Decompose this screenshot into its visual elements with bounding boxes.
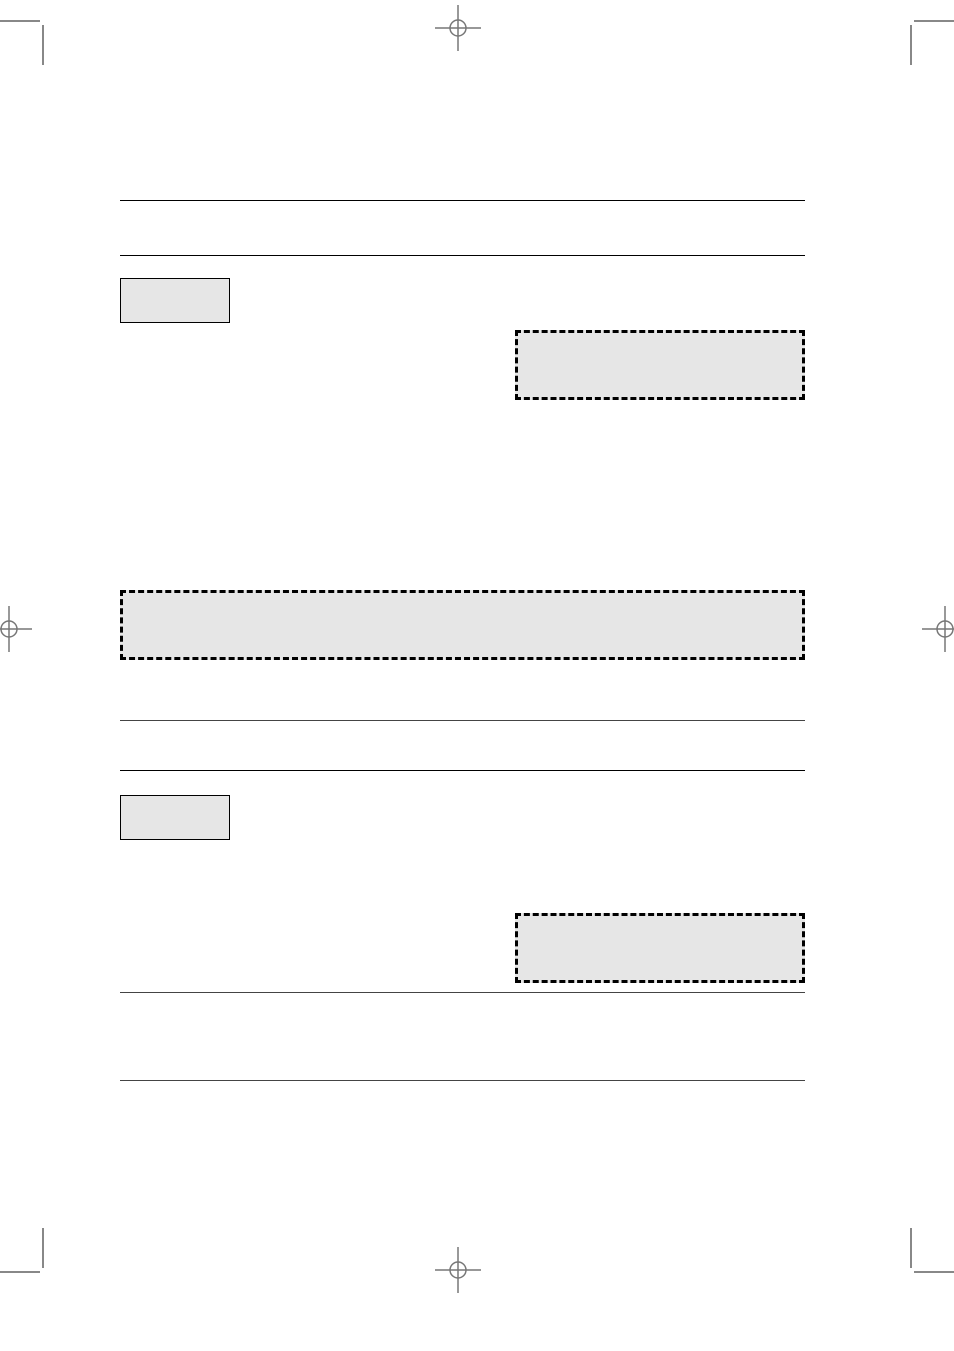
divider — [120, 255, 805, 256]
answer-box-right — [515, 330, 805, 400]
divider — [120, 200, 805, 201]
divider — [120, 770, 805, 771]
crop-mark-bottom-right — [904, 1223, 954, 1273]
answer-box-full — [120, 590, 805, 660]
section-tag-box — [120, 278, 230, 323]
section-tag-box — [120, 795, 230, 840]
crop-mark-top-left — [0, 20, 50, 70]
crop-mark-bottom-left — [0, 1223, 50, 1273]
divider — [120, 1080, 805, 1081]
divider — [120, 720, 805, 721]
registration-mark-top — [435, 5, 481, 51]
registration-mark-bottom — [435, 1247, 481, 1293]
crop-mark-top-right — [904, 20, 954, 70]
divider — [120, 992, 805, 993]
answer-box-right — [515, 913, 805, 983]
registration-mark-left — [0, 606, 32, 652]
registration-mark-right — [922, 606, 954, 652]
